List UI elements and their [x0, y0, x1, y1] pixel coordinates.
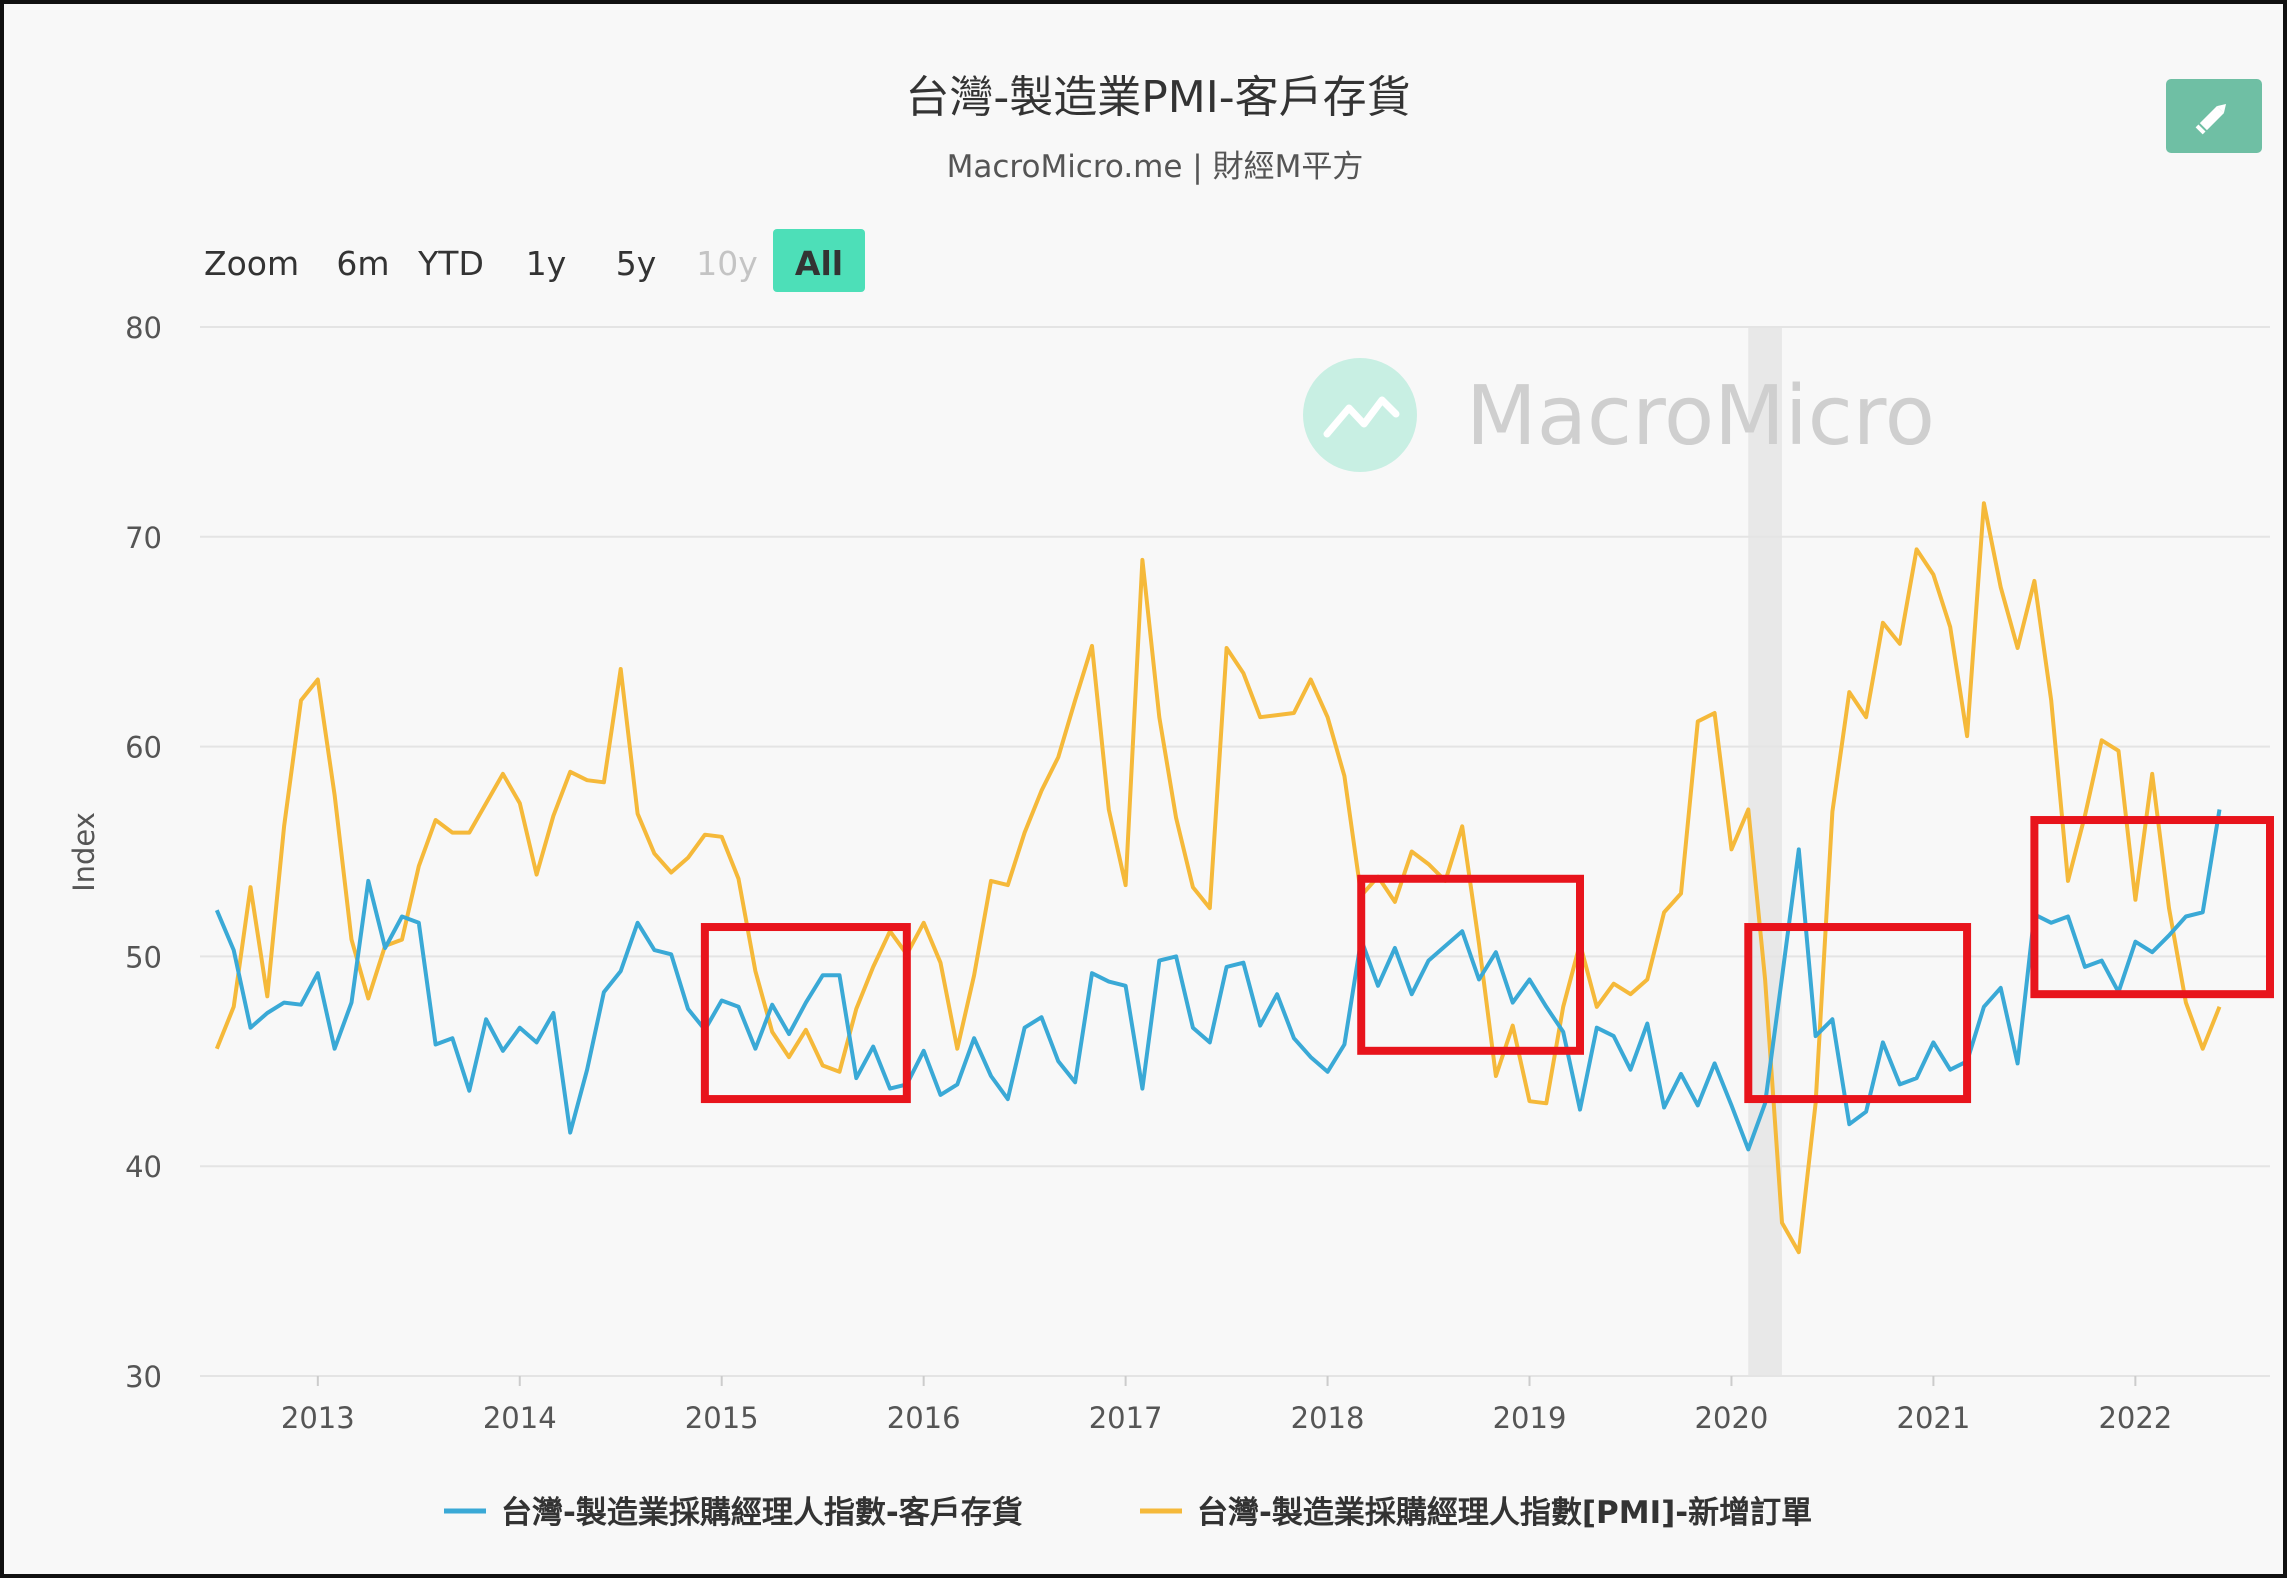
highlight-box — [1357, 874, 1584, 1055]
zoom-6m-button[interactable]: 6m — [336, 244, 389, 283]
x-tick-label: 2021 — [1897, 1401, 1971, 1435]
highlight-box — [700, 923, 911, 1104]
zoom-all-label: All — [795, 244, 843, 283]
legend: 台灣-製造業採購經理人指數-客戶存貨 台灣-製造業採購經理人指數[PMI]-新增… — [444, 1495, 1812, 1531]
zoom-6m-label: 6m — [336, 244, 389, 283]
edit-button[interactable] — [2166, 79, 2262, 153]
chart-subtitle: MacroMicro.me | 財經M平方 — [947, 149, 1364, 185]
y-tick-label: 80 — [125, 311, 162, 345]
y-tick-label: 70 — [125, 521, 162, 555]
x-tick-label: 2014 — [483, 1401, 557, 1435]
zoom-ytd-label: YTD — [417, 244, 484, 283]
series-lines — [214, 501, 2222, 1255]
watermark: MacroMicro — [1303, 358, 1935, 472]
x-axis-ticks: 2013 2014 2015 2016 2017 2018 2019 2020 2021 2022 — [281, 1376, 2172, 1435]
y-tick-label: 30 — [125, 1360, 162, 1394]
x-tick-label: 2018 — [1291, 1401, 1365, 1435]
x-tick-label: 2015 — [685, 1401, 759, 1435]
x-tick-label: 2022 — [2098, 1401, 2172, 1435]
chart-title: 台灣-製造業PMI-客戶存貨 — [905, 72, 1410, 123]
y-tick-label: 50 — [125, 940, 162, 974]
y-tick-label: 40 — [125, 1150, 162, 1184]
series-line-new-orders — [214, 501, 2222, 1255]
zoom-5y-label: 5y — [616, 244, 657, 283]
x-tick-label: 2019 — [1493, 1401, 1567, 1435]
legend-item-new-orders[interactable]: 台灣-製造業採購經理人指數[PMI]-新增訂單 — [1140, 1495, 1812, 1531]
x-tick-label: 2016 — [887, 1401, 961, 1435]
legend-label-new-orders: 台灣-製造業採購經理人指數[PMI]-新增訂單 — [1197, 1495, 1812, 1531]
gridlines — [200, 326, 2270, 1377]
zoom-5y-button[interactable]: 5y — [616, 244, 657, 283]
y-tick-label: 60 — [125, 731, 162, 765]
zoom-ytd-button[interactable]: YTD — [417, 244, 484, 283]
watermark-text: MacroMicro — [1466, 369, 1935, 464]
zoom-label: Zoom — [204, 244, 299, 283]
legend-item-inventory[interactable]: 台灣-製造業採購經理人指數-客戶存貨 — [444, 1495, 1023, 1531]
y-axis-title: Index — [67, 812, 101, 892]
legend-label-inventory: 台灣-製造業採購經理人指數-客戶存貨 — [501, 1495, 1023, 1531]
zoom-1y-button[interactable]: 1y — [526, 244, 567, 283]
x-tick-label: 2013 — [281, 1401, 355, 1435]
chart-container: 台灣-製造業PMI-客戶存貨 MacroMicro.me | 財經M平方 Zoo… — [0, 0, 2287, 1578]
x-tick-label: 2017 — [1089, 1401, 1163, 1435]
zoom-all-button[interactable]: All — [773, 229, 865, 292]
chart-canvas: 台灣-製造業PMI-客戶存貨 MacroMicro.me | 財經M平方 Zoo… — [67, 72, 2275, 1531]
zoom-1y-label: 1y — [526, 244, 567, 283]
y-axis-ticks: 30 40 50 60 70 80 — [125, 311, 162, 1394]
zoom-10y-label: 10y — [696, 244, 758, 283]
x-tick-label: 2020 — [1695, 1401, 1769, 1435]
highlight-box — [2030, 816, 2275, 999]
zoom-10y-button: 10y — [696, 244, 758, 283]
zoom-bar: Zoom 6m YTD 1y 5y 10y All — [204, 229, 865, 292]
